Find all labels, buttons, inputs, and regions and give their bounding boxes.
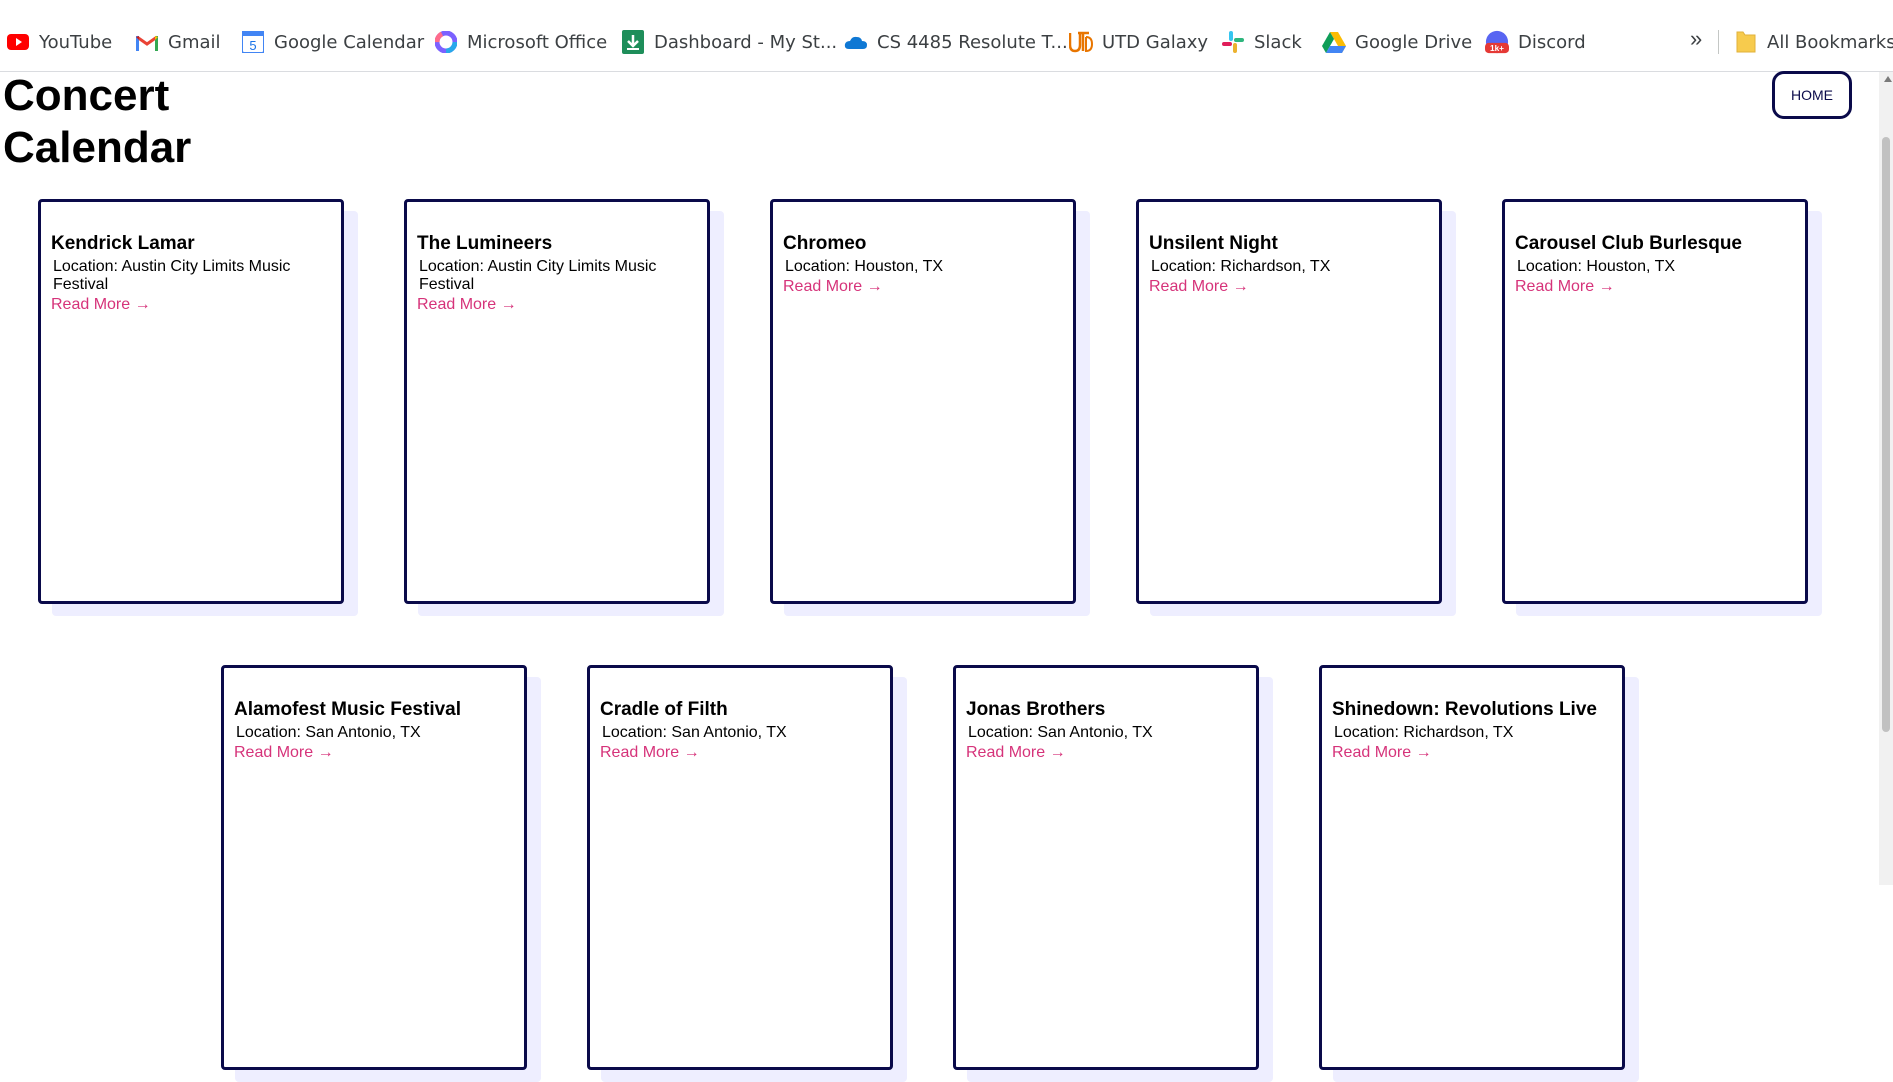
bookmark-google-calendar[interactable]: 5 Google Calendar	[241, 28, 424, 56]
bookmark-onedrive[interactable]: CS 4485 Resolute T...	[844, 28, 1068, 56]
read-more-link[interactable]: Read More →	[234, 743, 334, 763]
read-more-link[interactable]: Read More →	[783, 277, 883, 297]
bookmark-slack[interactable]: Slack	[1221, 28, 1302, 56]
read-more-link[interactable]: Read More →	[417, 295, 517, 315]
scrollbar-thumb[interactable]	[1882, 137, 1890, 732]
read-more-link[interactable]: Read More →	[51, 295, 151, 315]
concert-name: Alamofest Music Festival	[234, 699, 462, 720]
read-more-link[interactable]: Read More →	[1515, 277, 1615, 297]
concert-card-body: Unsilent Night Location: Richardson, TX …	[1136, 199, 1442, 604]
concert-card: Jonas Brothers Location: San Antonio, TX…	[953, 665, 1273, 1082]
concert-card: Carousel Club Burlesque Location: Housto…	[1502, 199, 1822, 616]
concert-name: Carousel Club Burlesque	[1515, 233, 1742, 254]
concert-name: Cradle of Filth	[600, 699, 728, 720]
read-more-link[interactable]: Read More →	[1149, 277, 1249, 297]
bookmark-microsoft-office[interactable]: Microsoft Office	[434, 28, 607, 56]
concert-card: Chromeo Location: Houston, TX Read More …	[770, 199, 1090, 616]
concert-name: Chromeo	[783, 233, 867, 254]
google-calendar-icon: 5	[241, 30, 265, 54]
concert-card-body: Alamofest Music Festival Location: San A…	[221, 665, 527, 1070]
concert-location: Location: Richardson, TX	[1151, 258, 1331, 275]
concert-card: Kendrick Lamar Location: Austin City Lim…	[38, 199, 358, 616]
bookmarks-separator	[1718, 30, 1719, 54]
scroll-up-arrow-icon[interactable]	[1884, 76, 1892, 82]
read-more-link[interactable]: Read More →	[966, 743, 1066, 763]
bookmark-utd-galaxy[interactable]: UTD Galaxy	[1069, 28, 1208, 56]
youtube-icon	[6, 30, 30, 54]
read-more-link[interactable]: Read More →	[1332, 743, 1432, 763]
home-button[interactable]: HOME	[1772, 71, 1852, 119]
concert-location: Location: Houston, TX	[785, 258, 944, 275]
read-more-link[interactable]: Read More →	[600, 743, 700, 763]
dashboard-icon	[621, 30, 645, 54]
concert-card: Shinedown: Revolutions Live Location: Ri…	[1319, 665, 1639, 1082]
bookmark-dashboard[interactable]: Dashboard - My St...	[621, 28, 837, 56]
concert-location: Location: Houston, TX	[1517, 258, 1676, 275]
bookmark-gmail[interactable]: Gmail	[135, 28, 221, 56]
bookmarks-bar: YouTube Gmail 5 Google Calendar Microsof…	[0, 0, 1893, 72]
concert-location: Location: San Antonio, TX	[968, 724, 1153, 741]
concert-location: Location: San Antonio, TX	[602, 724, 787, 741]
concert-card: Cradle of Filth Location: San Antonio, T…	[587, 665, 907, 1082]
concert-card: Unsilent Night Location: Richardson, TX …	[1136, 199, 1456, 616]
bookmark-youtube[interactable]: YouTube	[6, 28, 112, 56]
concert-name: Unsilent Night	[1149, 233, 1278, 254]
onedrive-icon	[844, 30, 868, 54]
bookmark-discord[interactable]: 1k+ Discord	[1485, 28, 1586, 56]
concert-name: The Lumineers	[417, 233, 553, 254]
concert-card-body: Shinedown: Revolutions Live Location: Ri…	[1319, 665, 1625, 1070]
concert-card: Alamofest Music Festival Location: San A…	[221, 665, 541, 1082]
bookmarks-overflow-chevron[interactable]: »	[1690, 26, 1702, 52]
gmail-icon	[135, 30, 159, 54]
concert-card: The Lumineers Location: Austin City Limi…	[404, 199, 724, 616]
concert-location: Location: Austin City Limits Music Festi…	[53, 258, 291, 293]
concert-location: Location: Richardson, TX	[1334, 724, 1514, 741]
concert-name: Shinedown: Revolutions Live	[1332, 699, 1597, 720]
bookmark-google-drive[interactable]: Google Drive	[1322, 28, 1472, 56]
concert-card-body: Carousel Club Burlesque Location: Housto…	[1502, 199, 1808, 604]
svg-text:5: 5	[249, 38, 256, 53]
microsoft-office-icon	[434, 30, 458, 54]
svg-text:1k+: 1k+	[1490, 43, 1504, 53]
all-bookmarks-button[interactable]: All Bookmarks	[1734, 28, 1893, 56]
google-drive-icon	[1322, 30, 1346, 54]
concert-name: Jonas Brothers	[966, 699, 1106, 720]
concert-location: Location: San Antonio, TX	[236, 724, 421, 741]
discord-icon: 1k+	[1485, 30, 1509, 54]
concert-card-body: The Lumineers Location: Austin City Limi…	[404, 199, 710, 604]
concert-card-body: Cradle of Filth Location: San Antonio, T…	[587, 665, 893, 1070]
utd-galaxy-icon	[1069, 30, 1093, 54]
folder-icon	[1734, 30, 1758, 54]
concert-location: Location: Austin City Limits Music Festi…	[419, 258, 657, 293]
slack-icon	[1221, 30, 1245, 54]
concert-card-body: Jonas Brothers Location: San Antonio, TX…	[953, 665, 1259, 1070]
concert-name: Kendrick Lamar	[51, 233, 195, 254]
page-title: Concert Calendar	[3, 71, 192, 172]
concert-card-body: Chromeo Location: Houston, TX Read More …	[770, 199, 1076, 604]
concert-card-body: Kendrick Lamar Location: Austin City Lim…	[38, 199, 344, 604]
